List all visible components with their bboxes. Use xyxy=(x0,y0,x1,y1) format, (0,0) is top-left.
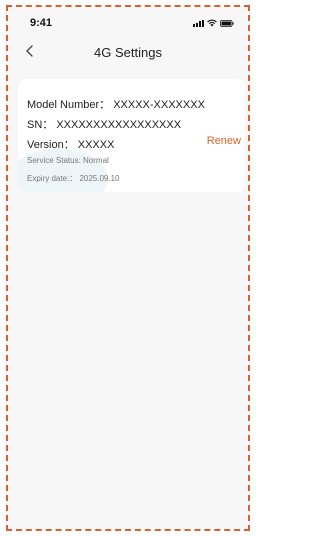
status-icons xyxy=(193,19,234,27)
phone-screen: 9:41 4G Settings Model Number： XXXXX-XXX… xyxy=(6,5,250,531)
navigation-bar: 4G Settings xyxy=(8,37,248,67)
status-bar: 9:41 xyxy=(8,7,248,37)
status-time: 9:41 xyxy=(30,17,53,29)
page-title: 4G Settings xyxy=(94,45,162,60)
version-text: Version： XXXXX xyxy=(27,139,115,151)
serial-number-text: SN： XXXXXXXXXXXXXXXXX xyxy=(27,119,182,131)
wifi-icon xyxy=(207,19,217,27)
expiry-date-text: Expiry date:： 2025.09.10 xyxy=(27,174,120,183)
service-status-text: Service Status: Normal xyxy=(27,156,109,165)
signal-icon xyxy=(193,19,204,27)
model-number-text: Model Number： XXXXX-XXXXXXX xyxy=(27,99,205,111)
device-info-card: Model Number： XXXXX-XXXXXXX SN： XXXXXXXX… xyxy=(18,79,245,192)
battery-icon xyxy=(220,19,234,27)
renew-button[interactable]: Renew xyxy=(207,135,241,147)
